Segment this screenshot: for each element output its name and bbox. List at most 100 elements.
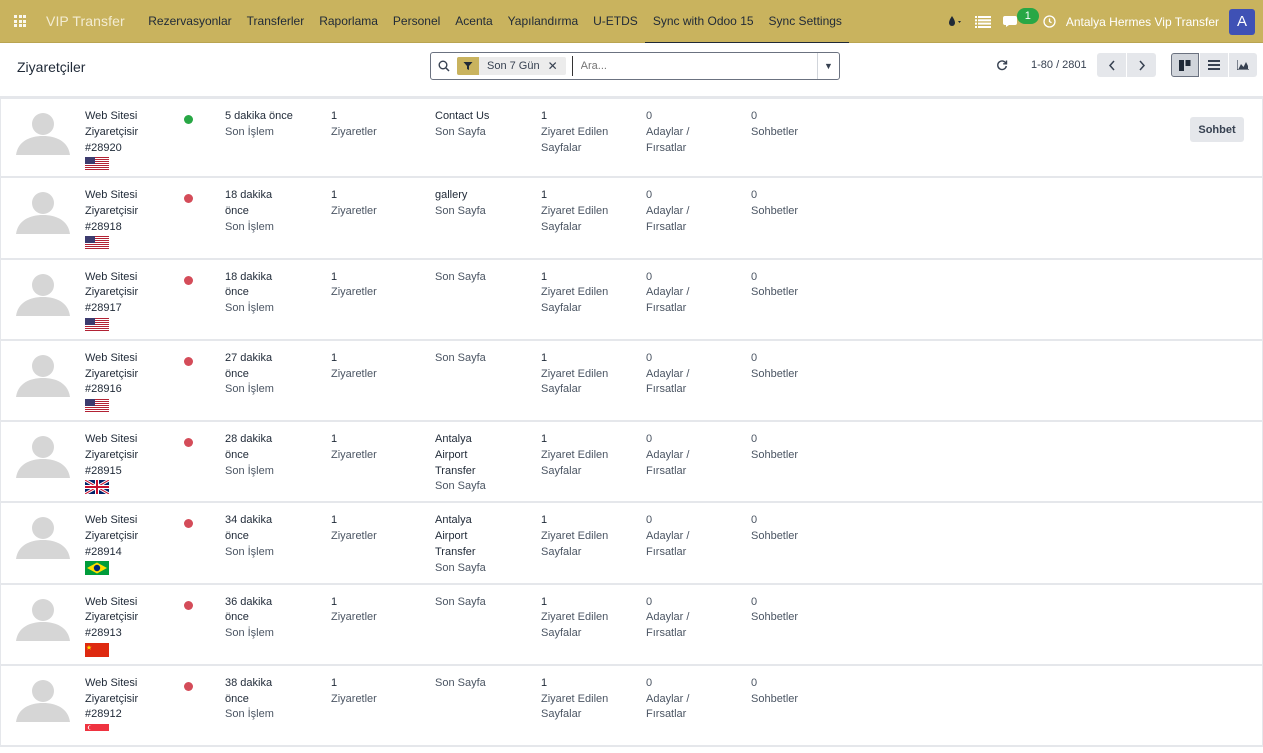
menu-yapilandirma[interactable]: Yapılandırma [500,0,585,43]
visited-pages-count: 1 [541,189,548,202]
visitor-card[interactable]: Web Sitesi Ziyaretçisir #28917 18 dakika önc… [0,259,1263,341]
visitor-name: Web Sitesi Ziyaretçisir #28920 [85,109,165,156]
last-page-label: Son Sayfa [435,480,486,493]
list-view-button[interactable] [1200,53,1228,77]
menu-raporlama[interactable]: Raporlama [312,0,386,43]
leads-label-2: Fırsatlar [646,627,687,640]
visitor-card[interactable]: Web Sitesi Ziyaretçisir #28915 28 dakika önc… [0,422,1263,504]
visits-label: Ziyaretler [331,205,377,218]
search-bar: Son 7 Gün ✕ ▼ [430,52,840,80]
visits-label: Ziyaretler [331,125,377,138]
visits-count: 1 [331,676,338,689]
leads-label-1: Adaylar / [646,125,690,138]
visited-pages-label-2: Sayfalar [541,220,582,233]
pager-next-button[interactable] [1127,53,1156,77]
last-action-time-cont: önce [225,286,249,299]
leads-column: 0 Adaylar / Fırsatlar [646,513,736,560]
search-input[interactable] [571,56,817,76]
status-dot-offline [184,275,193,285]
visitor-name-line1: Web Sitesi [85,433,138,445]
visitor-card[interactable]: Web Sitesi Ziyaretçisir #28912 38 dakika önc… [0,665,1263,747]
menu-acenta[interactable]: Acenta [448,0,500,43]
visitor-name: Web Sitesi Ziyaretçisir #28914 [85,513,165,560]
visitor-avatar [16,351,70,397]
last-action-column: 28 dakika önce Son İşlem [225,432,315,479]
visitor-card[interactable]: Web Sitesi Ziyaretçisir #28914 34 dakika önc… [0,503,1263,585]
refresh-icon[interactable] [994,57,1010,73]
color-drop-icon[interactable] [941,0,969,43]
clock-icon[interactable] [1037,0,1062,43]
chats-label: Sohbetler [751,692,799,705]
visitor-name-line1: Web Sitesi [85,351,138,364]
user-avatar[interactable]: A [1229,8,1255,35]
menu-personel[interactable]: Personel [385,0,447,43]
last-action-time: 5 dakika önce [225,110,293,122]
menu-rezervasyonlar[interactable]: Rezervasyonlar [141,0,239,43]
search-options-toggle[interactable]: ▼ [817,53,839,79]
activity-list-icon[interactable] [969,0,997,43]
menu-sync-odoo[interactable]: Sync with Odoo 15 [645,0,762,43]
visitor-name: Web Sitesi Ziyaretçisir #28913 [85,595,165,642]
apps-menu-icon[interactable] [0,0,40,43]
visitor-avatar [16,676,70,722]
status-dot-offline [184,600,193,610]
leads-label-1: Adaylar / [646,692,690,705]
visits-count: 1 [331,351,338,364]
visitor-card[interactable]: Web Sitesi Ziyaretçisir #28920 5 dakika önc… [0,97,1263,179]
leads-column: 0 Adaylar / Fırsatlar [646,432,736,479]
last-page-column: Son Sayfa [435,595,525,611]
visitor-name-line1: Web Sitesi [85,595,138,608]
pager-value[interactable]: 1-80 / 2801 [1031,59,1087,71]
visitor-card[interactable]: Web Sitesi Ziyaretçisir #28913 36 dakika önc… [0,584,1263,666]
chats-count: 0 [751,433,758,445]
visited-pages-column: 1 Ziyaret Edilen Sayfalar [541,188,631,235]
visitor-name-line2: Ziyaretçisir [85,448,139,461]
pager-previous-button[interactable] [1097,53,1126,77]
visitor-avatar [16,595,70,641]
leads-label-1: Adaylar / [646,448,690,461]
company-name[interactable]: Antalya Hermes Vip Transfer [1066,15,1219,29]
visited-pages-label-1: Ziyaret Edilen [541,448,609,461]
visits-column: 1 Ziyaretler [331,188,411,220]
search-icon [431,60,457,72]
start-chat-button[interactable]: Sohbet [1190,117,1244,142]
chats-count: 0 [751,189,758,202]
visitor-name: Web Sitesi Ziyaretçisir #28917 [85,270,165,317]
visitor-name-line1: Web Sitesi [85,189,138,202]
country-flag-us [85,157,109,171]
kanban-view-button[interactable] [1171,53,1199,77]
last-page-name: Antalya [435,514,472,527]
visited-pages-count: 1 [541,270,548,283]
chats-label: Sohbetler [751,286,799,299]
menu-sync-settings[interactable]: Sync Settings [761,0,850,43]
visitor-name-line1: Web Sitesi [85,110,138,122]
leads-label-1: Adaylar / [646,286,690,299]
app-brand[interactable]: VIP Transfer [46,13,125,29]
visited-pages-label-2: Sayfalar [541,708,582,721]
chat-bubble-icon[interactable]: 1 [997,0,1039,43]
leads-count: 0 [646,110,653,122]
visited-pages-count: 1 [541,433,548,445]
visitor-card[interactable]: Web Sitesi Ziyaretçisir #28916 27 dakika önc… [0,340,1263,422]
visitor-name-line2: Ziyaretçisir [85,692,139,705]
last-action-time-cont: önce [225,205,249,218]
graph-view-button[interactable] [1229,53,1257,77]
visited-pages-label-1: Ziyaret Edilen [541,692,609,705]
country-flag-us [85,398,109,413]
leads-count: 0 [646,270,653,283]
menu-transferler[interactable]: Transferler [239,0,312,43]
facet-remove-icon[interactable]: ✕ [546,59,566,73]
status-dot-offline [184,356,193,366]
visitor-card[interactable]: Web Sitesi Ziyaretçisir #28918 18 dakika önc… [0,178,1263,260]
visits-count: 1 [331,514,338,527]
visits-label: Ziyaretler [331,367,377,380]
country-flag-br [85,561,109,576]
visitor-name-line2: Ziyaretçisir [85,286,139,299]
last-action-label: Son İşlem [225,708,274,721]
visitor-name-line2: Ziyaretçisir [85,125,139,138]
visited-pages-count: 1 [541,351,548,364]
visitor-name-line1: Web Sitesi [85,270,138,283]
last-page-column: gallery Son Sayfa [435,188,525,220]
leads-column: 0 Adaylar / Fırsatlar [646,676,736,723]
menu-uetds[interactable]: U-ETDS [586,0,646,43]
